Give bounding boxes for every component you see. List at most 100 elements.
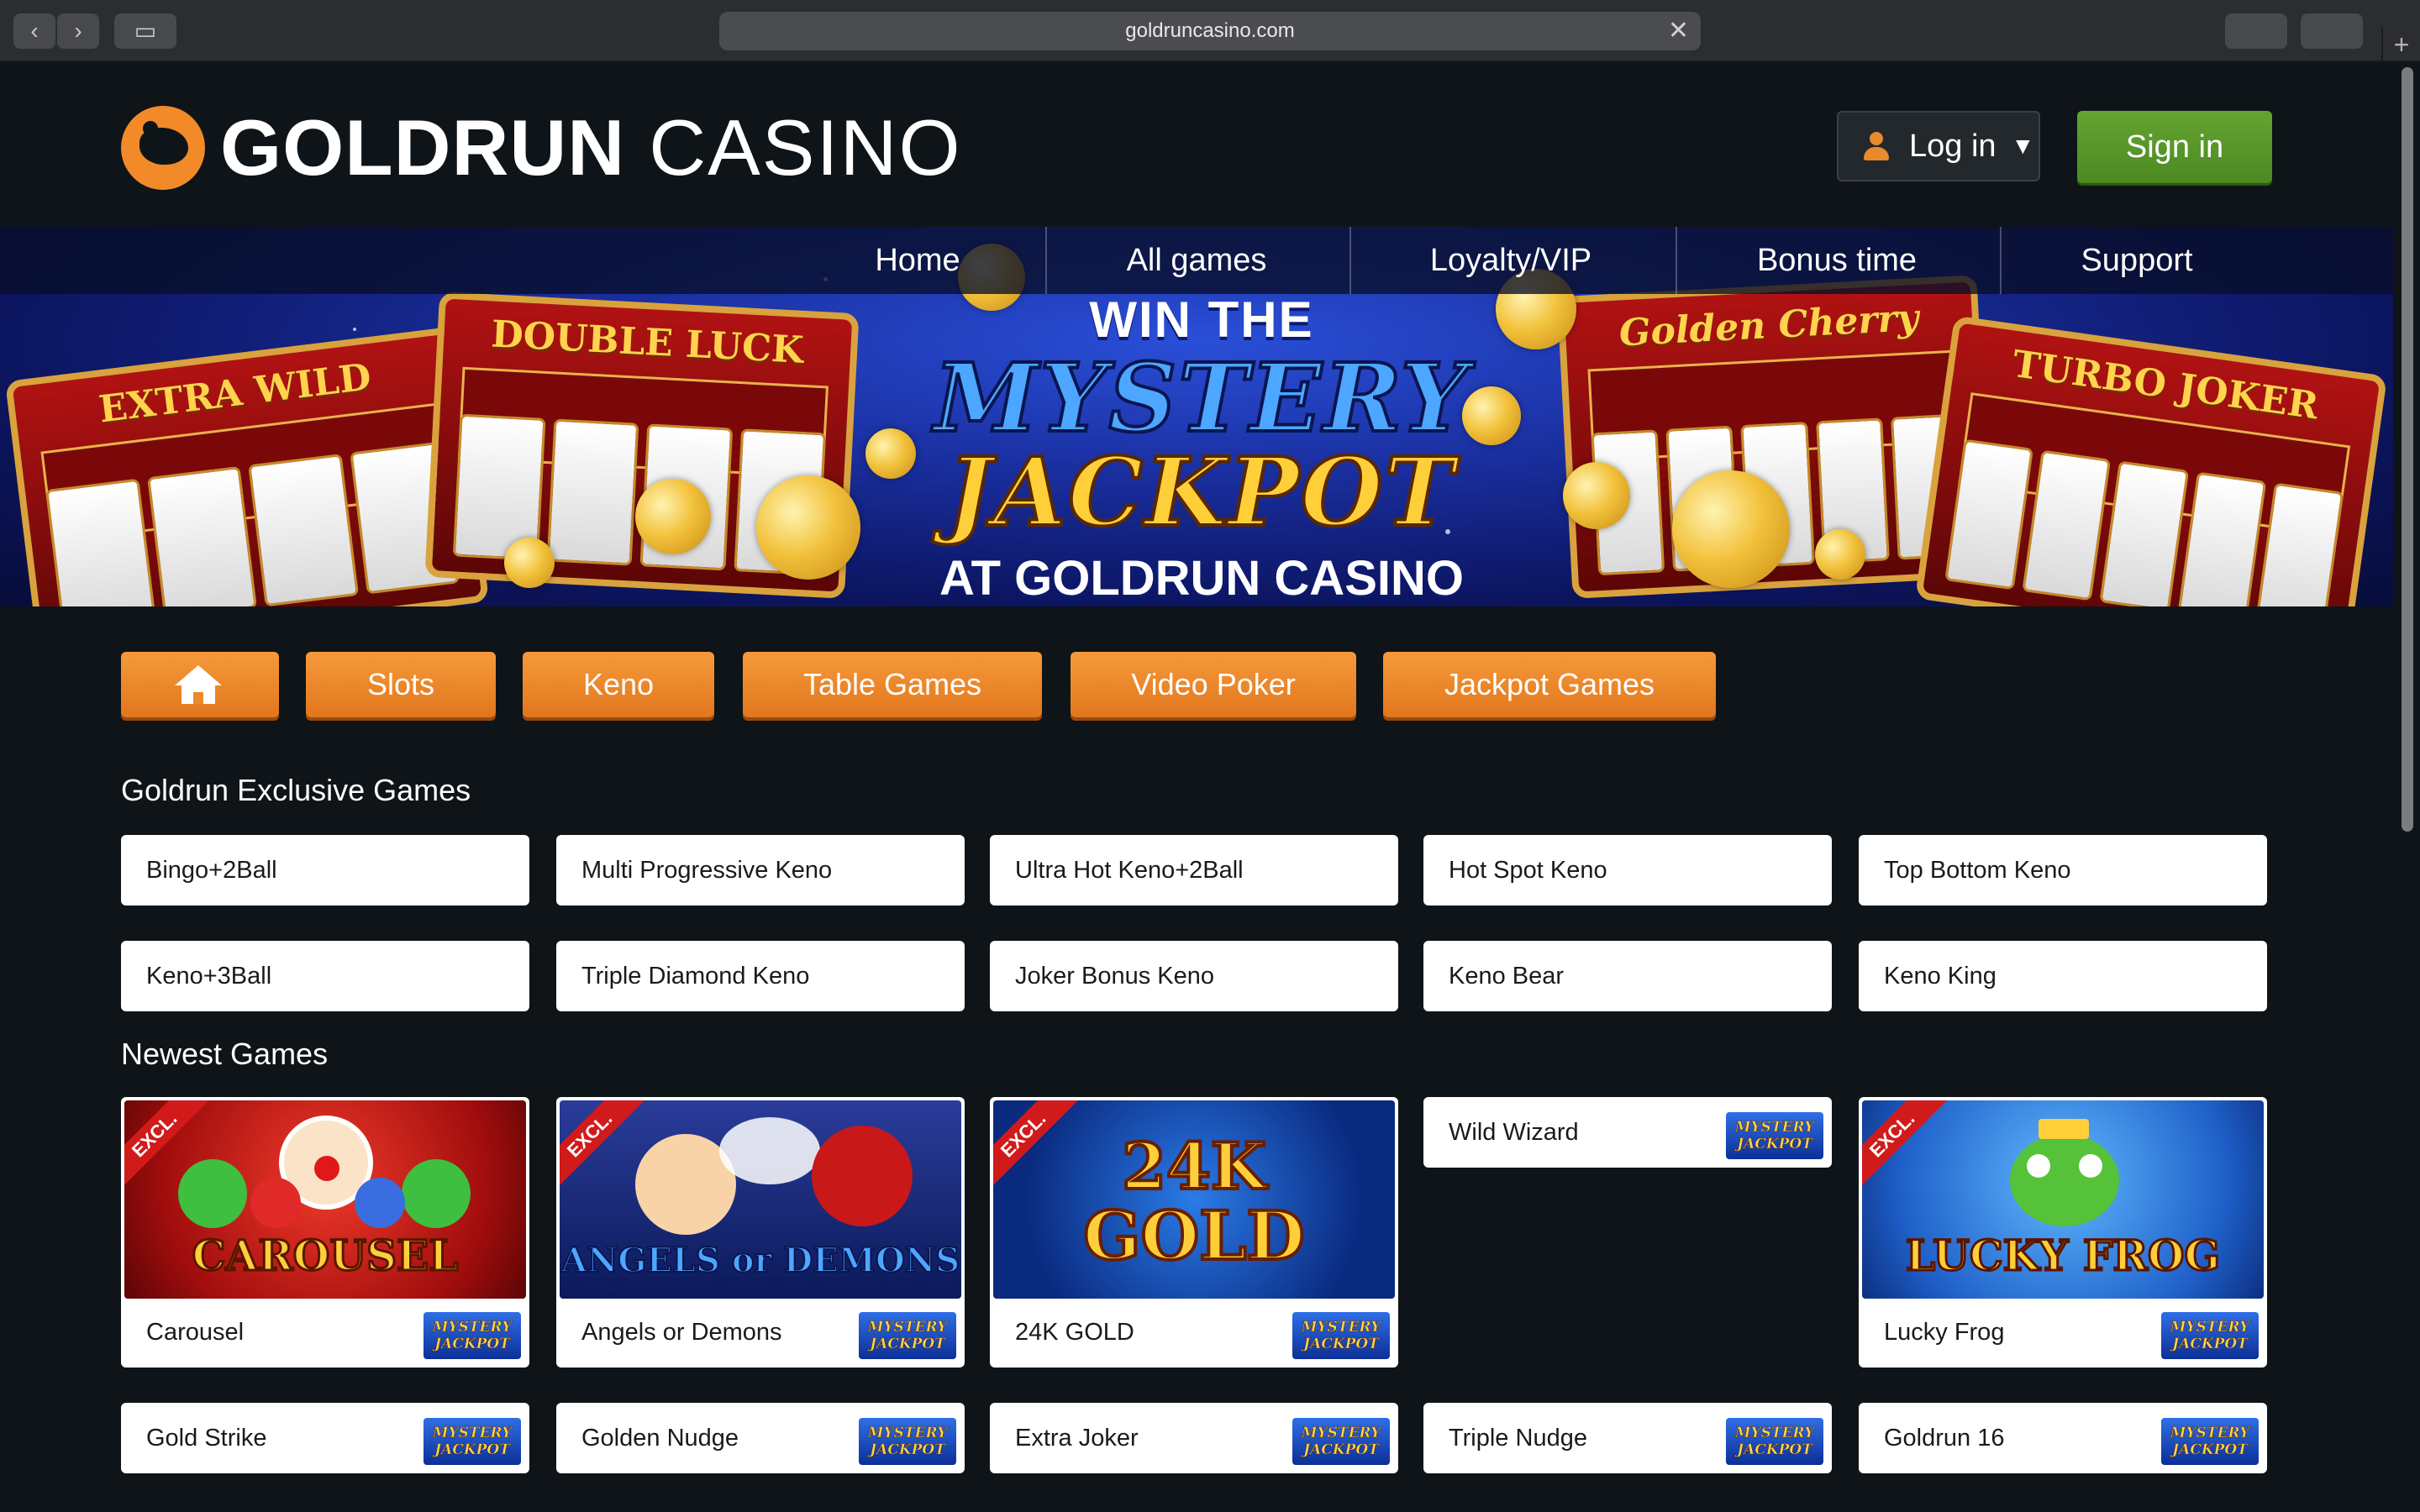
category-home-button[interactable] bbox=[121, 652, 279, 717]
scrollbar-thumb[interactable] bbox=[2402, 67, 2413, 832]
game-tile[interactable]: Wild Wizard MYSTERY JACKPOT bbox=[1423, 1097, 1832, 1168]
new-tab-button[interactable]: + bbox=[2381, 27, 2420, 62]
login-button[interactable]: Log in ▼ bbox=[1837, 111, 2040, 181]
game-thumbnail: ANGELS or DEMONS EXCL. bbox=[560, 1100, 961, 1299]
close-icon[interactable]: ✕ bbox=[1668, 12, 1689, 50]
headline-line4: AT GOLDRUN CASINO bbox=[939, 551, 1464, 606]
nav-item-loyalty-vip[interactable]: Loyalty/VIP bbox=[1408, 227, 1613, 294]
game-tile[interactable]: Golden Nudge MYSTERY JACKPOT bbox=[556, 1403, 965, 1473]
game-tile[interactable]: Triple Diamond Keno bbox=[556, 941, 965, 1011]
slot-machine-turbo-joker: TURBO JOKER bbox=[1914, 315, 2388, 606]
panther-logo-icon bbox=[121, 106, 205, 190]
address-bar[interactable]: goldruncasino.com ✕ bbox=[719, 12, 1701, 50]
game-title: 24K GOLD bbox=[1015, 1319, 1134, 1346]
category-jackpot-games-button[interactable]: Jackpot Games bbox=[1383, 652, 1716, 717]
tabs-button[interactable] bbox=[2301, 13, 2363, 49]
thumbnail-title: ANGELS or DEMONS bbox=[560, 1240, 961, 1281]
game-tile[interactable]: Extra Joker MYSTERY JACKPOT bbox=[990, 1403, 1398, 1473]
section-title-newest: Newest Games bbox=[121, 1037, 329, 1071]
gold-coin-icon bbox=[1563, 462, 1630, 529]
game-title: Keno King bbox=[1884, 963, 1996, 990]
machine-title: Golden Cherry bbox=[1618, 296, 1920, 355]
mystery-jackpot-badge: MYSTERY JACKPOT bbox=[2161, 1312, 2259, 1359]
game-tile[interactable]: LUCKY FROG EXCL. Lucky Frog MYSTERY JACKP… bbox=[1859, 1097, 2267, 1368]
sidebar-toggle-icon[interactable]: ▭ bbox=[114, 13, 176, 49]
game-tile[interactable]: Keno King bbox=[1859, 941, 2267, 1011]
game-title: Hot Spot Keno bbox=[1449, 857, 1607, 884]
game-tile[interactable]: Triple Nudge MYSTERY JACKPOT bbox=[1423, 1403, 1832, 1473]
exclusive-badge: EXCL. bbox=[560, 1100, 648, 1193]
game-title: Keno+3Ball bbox=[146, 963, 272, 990]
headline-line2: MYSTERY bbox=[932, 344, 1470, 454]
forward-button[interactable]: › bbox=[57, 13, 99, 49]
game-tile[interactable]: 24K GOLD EXCL. 24K GOLD MYSTERY JACKPOT bbox=[990, 1097, 1398, 1368]
category-table-games-button[interactable]: Table Games bbox=[743, 652, 1042, 717]
game-title: Angels or Demons bbox=[581, 1319, 782, 1346]
exclusive-badge: EXCL. bbox=[1862, 1100, 1950, 1193]
mystery-jackpot-badge: MYSTERY JACKPOT bbox=[2161, 1418, 2259, 1465]
site-logo[interactable]: GOLDRUN CASINO bbox=[121, 103, 962, 192]
thumbnail-title: LUCKY FROG bbox=[1904, 1230, 2221, 1282]
url-text: goldruncasino.com bbox=[1125, 19, 1295, 42]
thumbnail-title-top: 24K bbox=[1120, 1127, 1268, 1205]
thumbnail-title: CAROUSEL bbox=[191, 1230, 460, 1282]
game-tile[interactable]: Top Bottom Keno bbox=[1859, 835, 2267, 906]
game-title: Gold Strike bbox=[146, 1425, 267, 1452]
mystery-jackpot-badge: MYSTERY JACKPOT bbox=[1292, 1312, 1390, 1359]
nav-item-support[interactable]: Support bbox=[2067, 227, 2207, 294]
section-title-exclusive: Goldrun Exclusive Games bbox=[121, 773, 471, 807]
gold-coin-icon bbox=[1815, 529, 1865, 580]
scrollbar[interactable] bbox=[2393, 62, 2420, 1512]
game-title: Ultra Hot Keno+2Ball bbox=[1015, 857, 1244, 884]
game-tile[interactable]: Keno+3Ball bbox=[121, 941, 529, 1011]
mystery-jackpot-badge: MYSTERY JACKPOT bbox=[1726, 1418, 1823, 1465]
game-title: Triple Diamond Keno bbox=[581, 963, 810, 990]
browser-toolbar: ‹ › ▭ goldruncasino.com ✕ + bbox=[0, 0, 2420, 62]
gold-coin-icon bbox=[635, 479, 711, 554]
caret-down-icon: ▼ bbox=[2011, 133, 2035, 159]
mystery-jackpot-badge: MYSTERY JACKPOT bbox=[424, 1418, 521, 1465]
mystery-jackpot-badge: MYSTERY JACKPOT bbox=[859, 1418, 956, 1465]
game-tile[interactable]: Bingo+2Ball bbox=[121, 835, 529, 906]
game-title: Extra Joker bbox=[1015, 1425, 1139, 1452]
user-icon bbox=[1862, 132, 1891, 160]
back-button[interactable]: ‹ bbox=[13, 13, 55, 49]
game-title: Golden Nudge bbox=[581, 1425, 739, 1452]
home-icon bbox=[175, 665, 222, 704]
game-tile[interactable]: Goldrun 16 MYSTERY JACKPOT bbox=[1859, 1403, 2267, 1473]
thumbnail-title-bottom: GOLD bbox=[1081, 1194, 1307, 1277]
headline-line3: JACKPOT bbox=[945, 438, 1456, 548]
game-thumbnail: CAROUSEL EXCL. bbox=[124, 1100, 526, 1299]
headline-line1: WIN THE bbox=[1089, 291, 1314, 348]
nav-item-all-games[interactable]: All games bbox=[1092, 227, 1301, 294]
main-nav: Home All games Loyalty/VIP Bonus time Su… bbox=[0, 227, 2393, 294]
game-tile[interactable]: ANGELS or DEMONS EXCL. Angels or Demons … bbox=[556, 1097, 965, 1368]
game-title: Lucky Frog bbox=[1884, 1319, 2005, 1346]
game-tile[interactable]: Gold Strike MYSTERY JACKPOT bbox=[121, 1403, 529, 1473]
category-keno-button[interactable]: Keno bbox=[523, 652, 714, 717]
game-title: Bingo+2Ball bbox=[146, 857, 277, 884]
mystery-jackpot-badge: MYSTERY JACKPOT bbox=[859, 1312, 956, 1359]
signin-button[interactable]: Sign in bbox=[2077, 111, 2272, 183]
game-tile[interactable]: CAROUSEL EXCL. Carousel MYSTERY JACKPOT bbox=[121, 1097, 529, 1368]
game-tile[interactable]: Multi Progressive Keno bbox=[556, 835, 965, 906]
logo-text-bold: GOLDRUN bbox=[220, 103, 626, 192]
game-title: Keno Bear bbox=[1449, 963, 1565, 990]
site-header: GOLDRUN CASINO Log in ▼ Sign in bbox=[0, 62, 2393, 227]
nav-item-home[interactable]: Home bbox=[854, 227, 981, 294]
mystery-jackpot-badge: MYSTERY JACKPOT bbox=[1292, 1418, 1390, 1465]
game-tile[interactable]: Ultra Hot Keno+2Ball bbox=[990, 835, 1398, 906]
game-title: Joker Bonus Keno bbox=[1015, 963, 1214, 990]
share-button[interactable] bbox=[2225, 13, 2287, 49]
gold-coin-icon bbox=[1672, 470, 1790, 588]
game-tile[interactable]: Joker Bonus Keno bbox=[990, 941, 1398, 1011]
category-slots-button[interactable]: Slots bbox=[306, 652, 496, 717]
game-thumbnail: LUCKY FROG EXCL. bbox=[1862, 1100, 2264, 1299]
game-tile[interactable]: Hot Spot Keno bbox=[1423, 835, 1832, 906]
slot-machine-extra-wild: EXTRA WILD bbox=[4, 326, 490, 606]
game-title: Goldrun 16 bbox=[1884, 1425, 2005, 1452]
category-video-poker-button[interactable]: Video Poker bbox=[1071, 652, 1356, 717]
nav-item-bonus-time[interactable]: Bonus time bbox=[1736, 227, 1938, 294]
mystery-jackpot-headline: WIN THE MYSTERY JACKPOT AT GOLDRUN CASIN… bbox=[891, 291, 1512, 606]
game-tile[interactable]: Keno Bear bbox=[1423, 941, 1832, 1011]
